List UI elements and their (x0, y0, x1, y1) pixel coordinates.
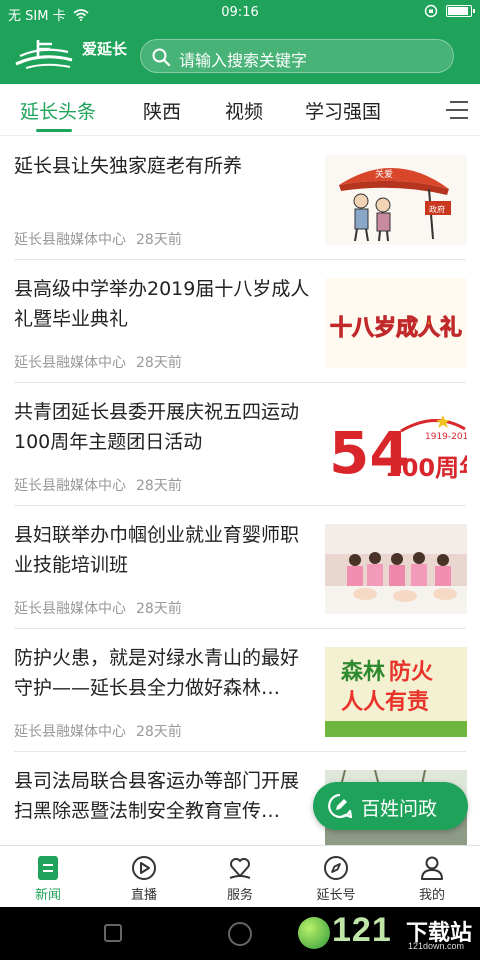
watermark-logo-icon (298, 917, 330, 949)
compass-icon (324, 856, 348, 880)
search-icon (152, 48, 171, 67)
site-watermark: 121 下载站 121down.com (296, 909, 476, 957)
channel-menu-icon[interactable] (440, 96, 472, 124)
system-nav-bar: 121 下载站 121down.com (0, 907, 480, 960)
watermark-number: 121 (332, 911, 392, 949)
news-time: 28天前 (136, 232, 182, 248)
umbrella-text: 关爱 (375, 168, 393, 180)
news-time: 28天前 (136, 355, 182, 371)
forest-text: 森林 (341, 659, 385, 685)
nav-label: 新闻 (34, 888, 61, 903)
battery-icon (446, 5, 475, 17)
news-thumbnail: 关爱 政府 (325, 155, 467, 245)
news-title: 延长县让失独家庭老有所养 (14, 155, 243, 177)
fire-prevention-poster: 森林 防火 人人有责 (325, 647, 467, 737)
news-source: 延长县融媒体中心 (14, 355, 126, 371)
nav-mine[interactable]: 我的 (384, 846, 480, 908)
responsibility-text: 人人有责 (341, 689, 429, 715)
nav-live[interactable]: 直播 (96, 846, 192, 908)
tab-shaanxi[interactable]: 陕西 (143, 97, 181, 124)
tab-video[interactable]: 视频 (225, 97, 263, 124)
fire-text: 防火 (389, 660, 433, 685)
nav-yanchang-account[interactable]: 延长号 (288, 846, 384, 908)
news-title: 共青团延长县委开展庆祝五四运动100周年主题团日活动 (14, 401, 300, 453)
nav-news[interactable]: 新闻 (0, 846, 96, 908)
anniversary-text: 100周年 (385, 454, 467, 482)
calligraphy-text: 十八岁成人礼 (330, 315, 462, 341)
home-icon[interactable] (228, 922, 252, 946)
nav-label: 服务 (226, 888, 253, 903)
news-thumbnail (325, 524, 467, 614)
government-sign-text: 政府 (429, 204, 445, 214)
years-range-text: 1919-2019 (425, 432, 467, 442)
news-source: 延长县融媒体中心 (14, 601, 126, 617)
news-time: 28天前 (136, 478, 182, 494)
news-source: 延长县融媒体中心 (14, 232, 126, 248)
news-title: 县高级中学举办2019届十八岁成人礼暨毕业典礼 (14, 278, 310, 330)
news-icon (38, 856, 58, 880)
calligraphy-image: 十八岁成人礼 (325, 278, 467, 368)
public-inquiry-label: 百姓问政 (361, 798, 438, 820)
watermark-url: 121down.com (408, 941, 465, 951)
news-item[interactable]: 县高级中学举办2019届十八岁成人礼暨毕业典礼 延长县融媒体中心 28天前 十八岁… (0, 260, 480, 383)
edit-chat-icon (328, 793, 353, 819)
news-meta: 延长县融媒体中心 28天前 (14, 475, 182, 495)
nav-service[interactable]: 服务 (192, 846, 288, 908)
search-placeholder: 请输入搜索关键字 (179, 51, 308, 70)
news-title: 县司法局联合县客运办等部门开展扫黑除恶暨法制安全教育宣传… (14, 770, 300, 822)
news-title: 防护火患，就是对绿水青山的最好守护——延长县全力做好森林… (14, 647, 300, 699)
recent-apps-icon[interactable] (104, 924, 122, 942)
tab-xuexi[interactable]: 学习强国 (305, 97, 381, 124)
news-time: 28天前 (136, 724, 182, 740)
news-item[interactable]: 共青团延长县委开展庆祝五四运动100周年主题团日活动 延长县融媒体中心 28天前 … (0, 383, 480, 506)
rotation-lock-icon (424, 4, 438, 18)
logo-text: 爱延长 (82, 40, 128, 58)
user-icon (421, 856, 443, 880)
news-meta: 延长县融媒体中心 28天前 (14, 229, 182, 249)
news-meta: 延长县融媒体中心 28天前 (14, 598, 182, 618)
news-time: 28天前 (136, 601, 182, 617)
nav-label: 我的 (418, 888, 445, 903)
news-thumbnail: 十八岁成人礼 (325, 278, 467, 368)
nav-label: 延长号 (316, 888, 356, 903)
may-fourth-logo: 54 100周年 1919-2019 (325, 401, 467, 491)
bottom-nav: 新闻 直播 服务 延长号 我的 (0, 845, 480, 907)
play-icon (132, 856, 156, 880)
news-meta: 延长县融媒体中心 28天前 (14, 721, 182, 741)
app-header: 爱延长 请输入搜索关键字 (0, 26, 480, 84)
news-item[interactable]: 延长县让失独家庭老有所养 延长县融媒体中心 28天前 关爱 政府 (0, 137, 480, 260)
news-source: 延长县融媒体中心 (14, 724, 126, 740)
search-input[interactable]: 请输入搜索关键字 (140, 39, 454, 73)
category-tabs: 延长头条 陕西 视频 学习强国 (0, 84, 480, 136)
news-meta: 延长县融媒体中心 28天前 (14, 352, 182, 372)
tabs-overflow-fade (410, 84, 440, 135)
app-logo[interactable]: 爱延长 (12, 34, 132, 74)
news-item[interactable]: 县妇联举办巾帼创业就业育婴师职业技能培训班 延长县融媒体中心 28天前 (0, 506, 480, 629)
clock: 09:16 (221, 5, 259, 20)
tab-headlines[interactable]: 延长头条 (20, 97, 96, 124)
news-thumbnail: 54 100周年 1919-2019 (325, 401, 467, 491)
service-icon (229, 858, 251, 879)
news-item[interactable]: 防护火患，就是对绿水青山的最好守护——延长县全力做好森林… 延长县融媒体中心 28… (0, 629, 480, 752)
nav-label: 直播 (130, 888, 157, 903)
umbrella-cartoon-icon: 关爱 政府 (325, 155, 467, 245)
public-inquiry-button[interactable]: 百姓问政 (313, 782, 468, 830)
training-photo (325, 524, 467, 614)
status-bar: 无 SIM 卡 09:16 (0, 0, 480, 26)
news-title: 县妇联举办巾帼创业就业育婴师职业技能培训班 (14, 524, 300, 576)
active-tab-indicator (36, 129, 72, 132)
logo-mark-icon (15, 40, 73, 69)
news-thumbnail: 森林 防火 人人有责 (325, 647, 467, 737)
news-source: 延长县融媒体中心 (14, 478, 126, 494)
